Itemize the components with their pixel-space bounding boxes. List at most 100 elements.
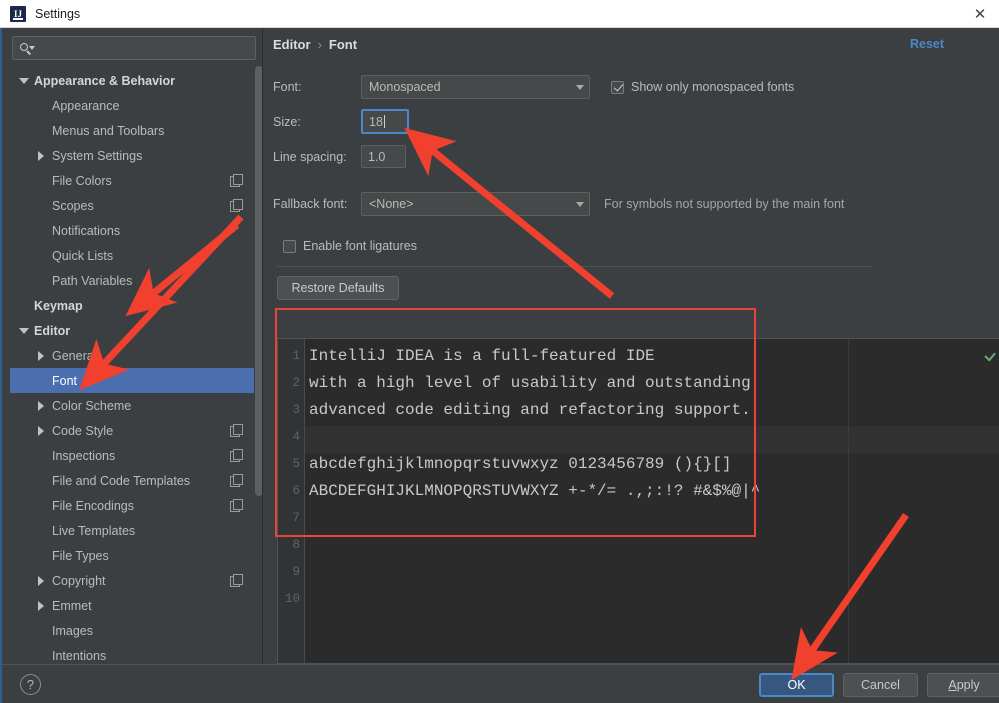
chevron-right-icon[interactable] (36, 400, 47, 411)
line-spacing-label: Line spacing: (273, 150, 347, 164)
sidebar-item-path-variables[interactable]: Path Variables (10, 268, 258, 293)
fallback-font-hint: For symbols not supported by the main fo… (604, 197, 845, 211)
code-line: with a high level of usability and outst… (309, 374, 751, 392)
line-number: 7 (292, 511, 300, 525)
settings-tree[interactable]: Appearance & Behavior Appearance Menus and… (10, 68, 258, 664)
copy-icon[interactable] (230, 424, 243, 437)
help-button[interactable]: ? (20, 674, 41, 695)
copy-icon[interactable] (230, 449, 243, 462)
sidebar-item-intentions[interactable]: Intentions (10, 643, 258, 664)
sidebar-item-label: Appearance (52, 98, 120, 113)
sidebar-item-label: General (52, 348, 97, 363)
breadcrumb-parent[interactable]: Editor (273, 37, 311, 52)
show-monospaced-checkbox[interactable] (611, 80, 624, 94)
sidebar-item-file-encodings[interactable]: File Encodings (10, 493, 258, 518)
caret-line-highlight (305, 426, 999, 453)
line-number: 8 (292, 538, 300, 552)
font-ligatures-checkbox[interactable] (283, 239, 296, 253)
font-ligatures-checkbox-row[interactable]: Enable font ligatures (283, 239, 417, 253)
sidebar-item-live-templates[interactable]: Live Templates (10, 518, 258, 543)
restore-defaults-label: Restore Defaults (291, 281, 385, 295)
apply-mnemonic: A (948, 678, 957, 692)
sidebar-item-color-scheme[interactable]: Color Scheme (10, 393, 258, 418)
line-number: 1 (292, 349, 300, 363)
sidebar-item-notifications[interactable]: Notifications (10, 218, 258, 243)
font-family-dropdown[interactable]: Monospaced (361, 75, 590, 99)
chevron-down-icon (571, 202, 589, 207)
line-number: 5 (292, 457, 300, 471)
sidebar-item-file-colors[interactable]: File Colors (10, 168, 258, 193)
sidebar-item-copyright[interactable]: Copyright (10, 568, 258, 593)
fallback-font-dropdown[interactable]: <None> (361, 192, 590, 216)
show-monospaced-checkbox-row[interactable]: Show only monospaced fonts (611, 80, 794, 94)
size-input[interactable]: 18 (361, 109, 409, 134)
settings-sidebar: Appearance & Behavior Appearance Menus and… (6, 28, 264, 664)
sidebar-item-inspections[interactable]: Inspections (10, 443, 258, 468)
right-margin-line (848, 339, 849, 663)
sidebar-item-emmet[interactable]: Emmet (10, 593, 258, 618)
sidebar-item-file-types[interactable]: File Types (10, 543, 258, 568)
font-preview-editor[interactable]: 1 2 3 4 5 6 7 8 9 10 IntelliJ IDEA is a full-feat… (277, 338, 999, 664)
sidebar-item-code-style[interactable]: Code Style (10, 418, 258, 443)
chevron-right-icon[interactable] (36, 600, 47, 611)
dialog-button-bar: ? OK Cancel Apply (2, 664, 999, 703)
sidebar-item-menus-and-toolbars[interactable]: Menus and Toolbars (10, 118, 258, 143)
copy-icon[interactable] (230, 499, 243, 512)
line-spacing-input[interactable]: 1.0 (361, 145, 406, 168)
chevron-right-icon[interactable] (36, 425, 47, 436)
font-settings-panel: Editor › Font Reset Font: Monospaced Sho… (264, 28, 999, 664)
settings-dialog-window: IJ Settings ✕ Appearance & Behavior Appea… (0, 0, 999, 703)
sidebar-item-label: Code Style (52, 423, 114, 438)
search-icon (19, 41, 35, 56)
chevron-down-icon (571, 85, 589, 90)
chevron-down-icon[interactable] (18, 75, 29, 86)
sidebar-item-images[interactable]: Images (10, 618, 258, 643)
sidebar-item-appearance-behavior[interactable]: Appearance & Behavior (10, 68, 258, 93)
line-number: 3 (292, 403, 300, 417)
sidebar-item-system-settings[interactable]: System Settings (10, 143, 258, 168)
sidebar-item-label: Color Scheme (52, 398, 132, 413)
reset-link[interactable]: Reset (910, 37, 999, 51)
sidebar-item-editor[interactable]: Editor (10, 318, 258, 343)
copy-icon[interactable] (230, 474, 243, 487)
copy-icon[interactable] (230, 174, 243, 187)
copy-icon[interactable] (230, 199, 243, 212)
restore-defaults-button[interactable]: Restore Defaults (277, 276, 399, 300)
sidebar-item-quick-lists[interactable]: Quick Lists (10, 243, 258, 268)
editor-code-area[interactable]: IntelliJ IDEA is a full-featured IDE with… (305, 339, 999, 663)
copy-icon[interactable] (230, 574, 243, 587)
title-bar: IJ Settings ✕ (0, 0, 999, 28)
sidebar-item-file-and-code-templates[interactable]: File and Code Templates (10, 468, 258, 493)
sidebar-item-appearance[interactable]: Appearance (10, 93, 258, 118)
search-input[interactable] (34, 38, 255, 58)
apply-button[interactable]: Apply (927, 673, 999, 697)
chevron-right-icon[interactable] (36, 575, 47, 586)
sidebar-item-general[interactable]: General (10, 343, 258, 368)
sidebar-item-label: Emmet (52, 598, 92, 613)
chevron-right-icon[interactable] (36, 350, 47, 361)
sidebar-item-label: System Settings (52, 148, 143, 163)
sidebar-item-scopes[interactable]: Scopes (10, 193, 258, 218)
fallback-font-value: <None> (369, 197, 414, 211)
line-number: 9 (292, 565, 300, 579)
sidebar-item-label: Appearance & Behavior (34, 73, 176, 88)
chevron-down-icon[interactable] (18, 325, 29, 336)
sidebar-item-font[interactable]: Font (10, 368, 258, 393)
chevron-right-icon[interactable] (36, 150, 47, 161)
sidebar-item-keymap[interactable]: Keymap (10, 293, 258, 318)
ok-button[interactable]: OK (759, 673, 834, 697)
cancel-button[interactable]: Cancel (843, 673, 918, 697)
window-title: Settings (35, 6, 81, 21)
green-check-icon[interactable] (983, 353, 997, 367)
search-box[interactable] (12, 36, 256, 60)
sidebar-item-label: File Colors (52, 173, 112, 188)
close-icon[interactable]: ✕ (970, 4, 990, 24)
sidebar-item-label: Notifications (52, 223, 121, 238)
